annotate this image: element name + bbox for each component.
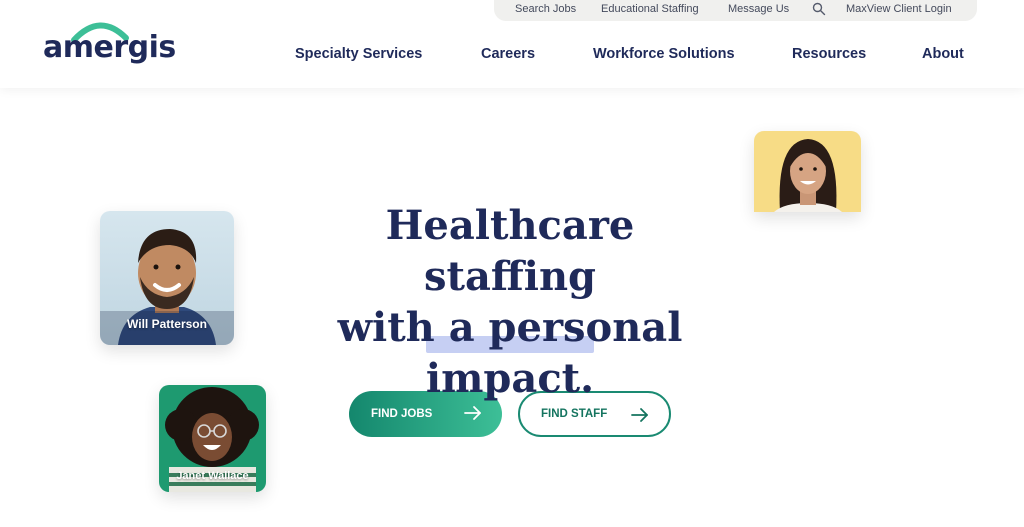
nav-specialty-services[interactable]: Specialty Services — [295, 46, 422, 62]
utility-nav: Search Jobs Educational Staffing Message… — [494, 0, 977, 21]
hero-title-line-2: with a personal — [337, 304, 683, 351]
logo-text: amergis — [43, 30, 176, 65]
find-staff-label: FIND STAFF — [541, 408, 608, 420]
client-login-link[interactable]: MaxView Client Login — [846, 3, 952, 15]
search-jobs-link[interactable]: Search Jobs — [515, 3, 576, 15]
nav-workforce-solutions[interactable]: Workforce Solutions — [593, 46, 735, 62]
profile-card-woman — [754, 131, 861, 212]
site-header: Search Jobs Educational Staffing Message… — [0, 0, 1024, 88]
amergis-logo[interactable]: amergis — [40, 16, 176, 66]
profile-card-janet: Janet Wallace — [159, 385, 266, 492]
woman-portrait-image — [774, 139, 842, 212]
profile-name: Janet Wallace — [176, 470, 249, 482]
profile-card-will: Will Patterson — [100, 211, 234, 345]
profile-name: Will Patterson — [127, 317, 207, 331]
arrow-right-icon — [464, 406, 481, 420]
nav-about[interactable]: About — [922, 46, 964, 62]
hero-title-line-1: Healthcare staffing — [385, 202, 635, 300]
arrow-right-icon — [631, 408, 648, 422]
hero-title-line-3: impact. — [425, 355, 595, 402]
search-icon[interactable] — [812, 2, 826, 16]
hero-title: Healthcare staffing with a personal impa… — [300, 200, 720, 404]
nav-careers[interactable]: Careers — [481, 46, 535, 62]
educational-staffing-link[interactable]: Educational Staffing — [601, 3, 699, 15]
message-us-link[interactable]: Message Us — [728, 3, 789, 15]
find-jobs-label: FIND JOBS — [371, 408, 433, 420]
nav-resources[interactable]: Resources — [792, 46, 866, 62]
